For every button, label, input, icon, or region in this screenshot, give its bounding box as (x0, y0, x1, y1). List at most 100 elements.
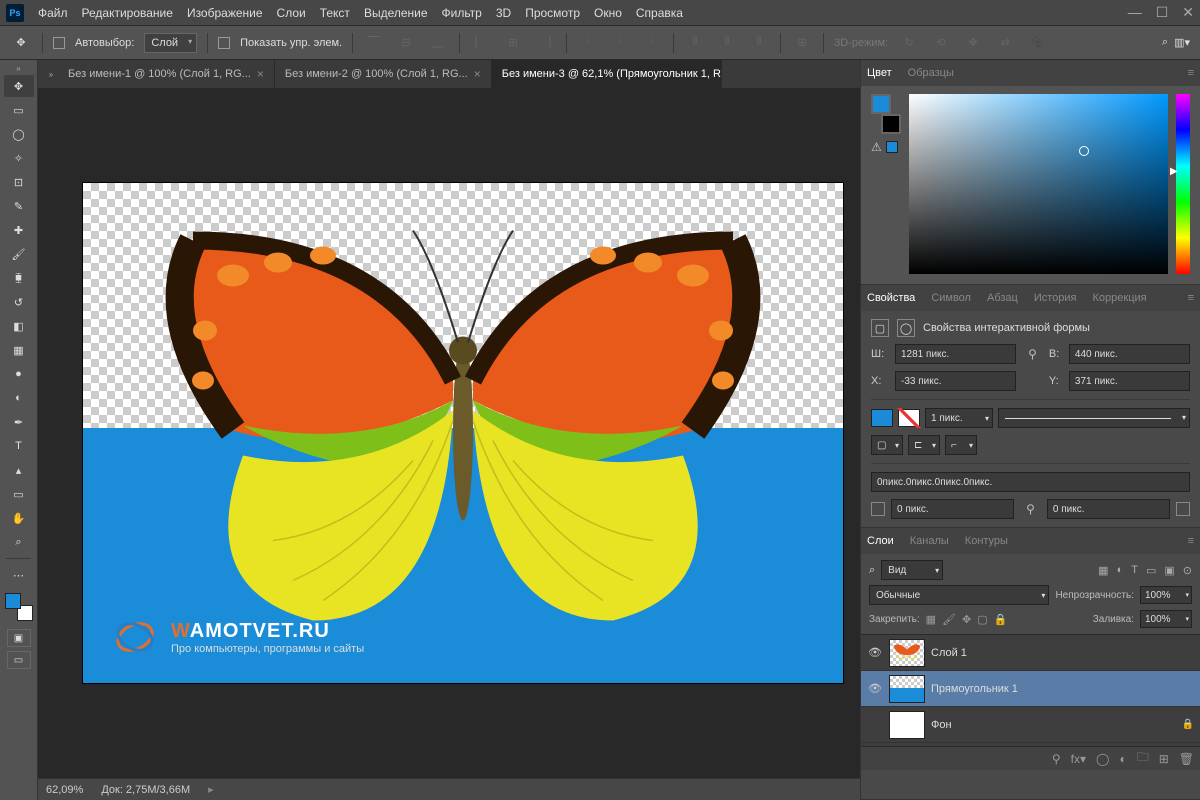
3d-slide-icon[interactable]: ⇄ (994, 32, 1016, 54)
opacity-input[interactable]: 100% (1140, 586, 1192, 604)
color-swatches[interactable] (5, 593, 33, 621)
tab-paragraph[interactable]: Абзац (987, 292, 1018, 304)
menu-text[interactable]: Текст (320, 6, 350, 20)
layer-row[interactable]: 👁 Слой 1 (861, 635, 1200, 671)
healing-brush-tool[interactable]: ✚ (4, 219, 34, 241)
layer-thumbnail[interactable] (889, 675, 925, 703)
lock-position-icon[interactable]: ✥ (962, 613, 971, 626)
document-tab-2[interactable]: Без имени-2 @ 100% (Слой 1, RG... × (275, 60, 492, 88)
canvas-viewport[interactable]: WAMOTVET.RU Про компьютеры, программы и … (38, 88, 860, 778)
lock-image-icon[interactable]: 🖌 (942, 613, 956, 626)
layer-name[interactable]: Прямоугольник 1 (931, 683, 1018, 695)
menu-select[interactable]: Выделение (364, 6, 428, 20)
align-left-icon[interactable]: ⎸ (470, 32, 492, 54)
corner-tr-input[interactable]: 0 пикс. (1047, 499, 1170, 519)
menu-view[interactable]: Просмотр (525, 6, 580, 20)
autoselect-target-select[interactable]: Слой (144, 33, 197, 53)
delete-layer-icon[interactable]: 🗑 (1179, 752, 1194, 766)
filter-toggle-icon[interactable]: ⊙ (1183, 564, 1192, 577)
corners-linked-input[interactable]: 0пикс.0пикс.0пикс.0пикс. (871, 472, 1190, 492)
x-input[interactable]: -33 пикс. (895, 371, 1016, 391)
layer-name[interactable]: Фон (931, 719, 952, 731)
dist-right-icon[interactable]: ⫴ (748, 32, 770, 54)
align-vcenter-icon[interactable]: ⊟ (395, 32, 417, 54)
hand-tool[interactable]: ✋ (4, 507, 34, 529)
corner-tl-input[interactable]: 0 пикс. (891, 499, 1014, 519)
layer-thumbnail[interactable] (889, 639, 925, 667)
menu-filter[interactable]: Фильтр (442, 6, 482, 20)
document-tab-3[interactable]: Без имени-3 @ 62,1% (Прямоугольник 1, RG… (492, 60, 722, 88)
filter-shape-icon[interactable]: ▭ (1146, 564, 1156, 577)
link-corners-icon[interactable]: ⚲ (1020, 502, 1041, 516)
closest-color-swatch[interactable] (886, 141, 898, 153)
hue-slider[interactable]: ▶ (1176, 94, 1190, 274)
panel-menu-icon[interactable]: ≡ (1188, 67, 1194, 79)
adjustment-layer-icon[interactable]: ◐ (1119, 752, 1126, 766)
filter-smart-icon[interactable]: ▣ (1164, 564, 1174, 577)
color-field[interactable] (909, 94, 1168, 274)
menu-file[interactable]: Файл (38, 6, 68, 20)
lock-all-icon[interactable]: 🔒 (994, 613, 1008, 626)
minimize-button[interactable]: — (1128, 4, 1142, 21)
layer-row[interactable]: 👁 Прямоугольник 1 (861, 671, 1200, 707)
filter-type-icon[interactable]: T (1131, 564, 1138, 577)
move-tool[interactable]: ✥ (4, 75, 34, 97)
blur-tool[interactable]: ● (4, 363, 34, 385)
fill-input[interactable]: 100% (1140, 610, 1192, 628)
layer-row[interactable]: Фон 🔒 (861, 707, 1200, 743)
close-button[interactable]: ✕ (1182, 4, 1194, 21)
stroke-align-select[interactable]: ▢ (871, 435, 903, 455)
tab-color[interactable]: Цвет (867, 67, 892, 79)
tab-adjustments[interactable]: Коррекция (1093, 292, 1147, 304)
filter-pixel-icon[interactable]: ▦ (1098, 564, 1108, 577)
dist-top-icon[interactable]: ⫶ (577, 32, 599, 54)
link-wh-icon[interactable]: ⚲ (1022, 347, 1043, 361)
dist-vcenter-icon[interactable]: ⫶ (609, 32, 631, 54)
tab-history[interactable]: История (1034, 292, 1077, 304)
stroke-corners-select[interactable]: ⌐ (945, 435, 977, 455)
color-picker-ring[interactable] (1079, 146, 1089, 156)
corner-tr-checkbox[interactable] (1176, 502, 1190, 516)
workspace-switcher-icon[interactable]: ▥▾ (1174, 36, 1190, 49)
width-input[interactable]: 1281 пикс. (895, 344, 1016, 364)
brush-tool[interactable]: 🖌 (4, 243, 34, 265)
tab-close-icon[interactable]: × (474, 67, 481, 81)
layer-thumbnail[interactable] (889, 711, 925, 739)
zoom-level[interactable]: 62,09% (46, 784, 83, 796)
lock-transparency-icon[interactable]: ▦ (926, 613, 936, 626)
doc-info[interactable]: Док: 2,75M/3,66M (101, 784, 190, 796)
filter-adjust-icon[interactable]: ◐ (1117, 564, 1124, 577)
edit-toolbar-icon[interactable]: ⋯ (4, 564, 34, 586)
menu-image[interactable]: Изображение (187, 6, 263, 20)
dist-left-icon[interactable]: ⫴ (684, 32, 706, 54)
layer-name[interactable]: Слой 1 (931, 647, 967, 659)
pen-tool[interactable]: ✒ (4, 411, 34, 433)
tabs-expand-icon[interactable]: » (44, 60, 58, 88)
y-input[interactable]: 371 пикс. (1069, 371, 1190, 391)
tab-character[interactable]: Символ (931, 292, 971, 304)
eyedropper-tool[interactable]: ✎ (4, 195, 34, 217)
stroke-style-select[interactable] (998, 408, 1190, 428)
link-layers-icon[interactable]: ⚲ (1052, 752, 1061, 766)
fill-color-chip[interactable] (871, 409, 893, 427)
menu-layers[interactable]: Слои (277, 6, 306, 20)
canvas[interactable]: WAMOTVET.RU Про компьютеры, программы и … (83, 183, 843, 683)
foreground-swatch[interactable] (5, 593, 21, 609)
blend-mode-select[interactable]: Обычные (869, 585, 1049, 605)
align-hcenter-icon[interactable]: ⊞ (502, 32, 524, 54)
align-right-icon[interactable]: ⎹ (534, 32, 556, 54)
dist-bottom-icon[interactable]: ⫶ (641, 32, 663, 54)
panel-menu-icon[interactable]: ≡ (1188, 535, 1194, 547)
menu-3d[interactable]: 3D (496, 6, 511, 20)
search-icon[interactable]: ⌕ (1162, 36, 1168, 49)
quick-mask-icon[interactable]: ▣ (7, 629, 31, 647)
rectangle-tool[interactable]: ▭ (4, 483, 34, 505)
menu-help[interactable]: Справка (636, 6, 683, 20)
magic-wand-tool[interactable]: ✧ (4, 147, 34, 169)
stamp-tool[interactable]: ⧯ (4, 267, 34, 289)
dist-hcenter-icon[interactable]: ⫴ (716, 32, 738, 54)
gradient-tool[interactable]: ▦ (4, 339, 34, 361)
align-bottom-icon[interactable]: ⎽ (427, 32, 449, 54)
new-layer-icon[interactable]: ⊞ (1159, 752, 1169, 766)
lasso-tool[interactable]: ◯ (4, 123, 34, 145)
